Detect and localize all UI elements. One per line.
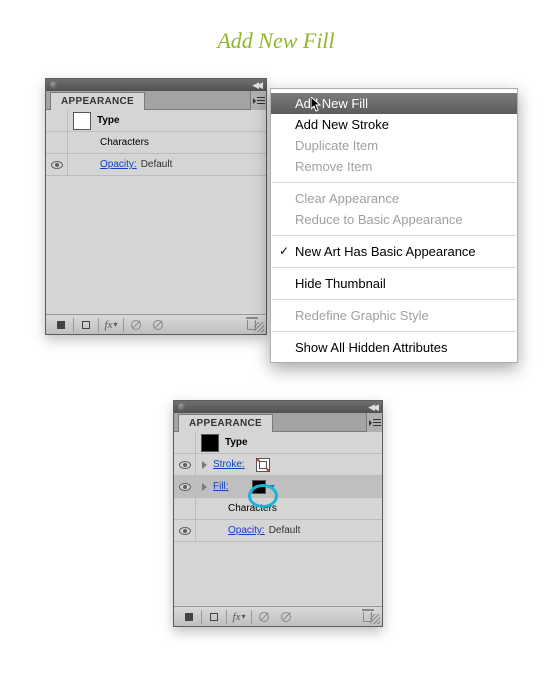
visibility-toggle[interactable] <box>46 154 68 175</box>
disabled-button-1 <box>125 317 147 333</box>
prohibit-icon <box>153 320 163 330</box>
characters-row[interactable]: Characters <box>174 498 382 520</box>
visibility-column <box>174 432 196 453</box>
opacity-row[interactable]: Opacity: Default <box>174 520 382 542</box>
panel-footer: fx▾ <box>46 314 266 334</box>
panel-tabbar: APPEARANCE <box>174 413 382 432</box>
triangle-icon <box>253 98 256 104</box>
eye-icon <box>179 483 191 491</box>
menu-item-show-hidden[interactable]: Show All Hidden Attributes <box>271 337 517 358</box>
menu-item-hide-thumbnail[interactable]: Hide Thumbnail <box>271 273 517 294</box>
panel-body: Type Stroke: Fill: Characters Opacity: <box>174 432 382 606</box>
type-label: Type <box>225 437 248 448</box>
fill-row[interactable]: Fill: <box>174 476 382 498</box>
panel-titlebar[interactable]: ◀◀ <box>174 401 382 413</box>
prohibit-icon <box>131 320 141 330</box>
stroke-label[interactable]: Stroke: <box>213 459 245 470</box>
new-art-button[interactable] <box>50 317 72 333</box>
close-icon[interactable] <box>178 403 186 411</box>
stroke-row[interactable]: Stroke: <box>174 454 382 476</box>
visibility-toggle[interactable] <box>174 476 196 497</box>
menu-item-reduce-basic: Reduce to Basic Appearance <box>271 209 517 230</box>
new-art-button[interactable] <box>178 609 200 625</box>
resize-grip-icon[interactable] <box>254 322 264 332</box>
menu-item-clear-appearance: Clear Appearance <box>271 188 517 209</box>
prohibit-icon <box>259 612 269 622</box>
panel-titlebar[interactable]: ◀◀ <box>46 79 266 91</box>
type-row[interactable]: Type <box>46 110 266 132</box>
square-outline-icon <box>210 613 218 621</box>
type-label: Type <box>97 115 120 126</box>
menu-separator <box>272 235 516 236</box>
visibility-column <box>46 110 68 131</box>
menu-lines-icon <box>257 97 265 104</box>
flyout-menu-button[interactable] <box>250 91 266 110</box>
menu-separator <box>272 182 516 183</box>
menu-separator <box>272 331 516 332</box>
characters-label: Characters <box>228 503 277 514</box>
visibility-column <box>174 498 196 519</box>
visibility-toggle[interactable] <box>174 520 196 541</box>
eye-icon <box>179 461 191 469</box>
opacity-label[interactable]: Opacity: <box>228 525 265 536</box>
dropdown-triangle-icon[interactable] <box>269 485 275 489</box>
square-filled-icon <box>57 321 65 329</box>
tab-appearance[interactable]: APPEARANCE <box>50 92 145 110</box>
add-effect-button[interactable]: fx▾ <box>228 609 250 625</box>
type-thumbnail[interactable] <box>73 112 91 130</box>
disabled-button-2 <box>275 609 297 625</box>
menu-lines-icon <box>373 419 381 426</box>
type-row[interactable]: Type <box>174 432 382 454</box>
fx-icon: fx <box>233 611 241 623</box>
tab-appearance[interactable]: APPEARANCE <box>178 414 273 432</box>
opacity-value: Default <box>141 159 173 170</box>
eye-icon <box>179 527 191 535</box>
add-effect-button[interactable]: fx▾ <box>100 317 122 333</box>
flyout-menu-button[interactable] <box>366 413 382 432</box>
stroke-swatch[interactable] <box>256 458 270 472</box>
opacity-row[interactable]: Opacity: Default <box>46 154 266 176</box>
menu-separator <box>272 267 516 268</box>
fill-label[interactable]: Fill: <box>213 481 229 492</box>
resize-grip-icon[interactable] <box>370 614 380 624</box>
type-thumbnail[interactable] <box>201 434 219 452</box>
panel-body: Type Characters Opacity: Default <box>46 110 266 314</box>
visibility-toggle[interactable] <box>174 454 196 475</box>
menu-item-remove-item: Remove Item <box>271 156 517 177</box>
menu-item-redefine-style: Redefine Graphic Style <box>271 305 517 326</box>
clear-appearance-button[interactable] <box>203 609 225 625</box>
menu-item-new-art-basic[interactable]: New Art Has Basic Appearance <box>271 241 517 262</box>
collapse-chevrons-icon[interactable]: ◀◀ <box>368 402 376 413</box>
menu-item-duplicate-item: Duplicate Item <box>271 135 517 156</box>
appearance-panel-result: ◀◀ APPEARANCE Type Stroke: Fill: <box>173 400 383 627</box>
opacity-value: Default <box>269 525 301 536</box>
disclosure-triangle-icon[interactable] <box>202 461 207 469</box>
menu-separator <box>272 299 516 300</box>
disabled-button-2 <box>147 317 169 333</box>
prohibit-icon <box>281 612 291 622</box>
clear-appearance-button[interactable] <box>75 317 97 333</box>
appearance-panel: ◀◀ APPEARANCE Type Characters Opacity: D… <box>45 78 267 335</box>
visibility-column <box>46 132 68 153</box>
disabled-button-1 <box>253 609 275 625</box>
fx-icon: fx <box>105 319 113 331</box>
characters-row[interactable]: Characters <box>46 132 266 154</box>
characters-label: Characters <box>100 137 149 148</box>
menu-item-add-new-stroke[interactable]: Add New Stroke <box>271 114 517 135</box>
disclosure-triangle-icon[interactable] <box>202 483 207 491</box>
close-icon[interactable] <box>50 81 58 89</box>
panel-tabbar: APPEARANCE <box>46 91 266 110</box>
opacity-label[interactable]: Opacity: <box>100 159 137 170</box>
triangle-icon <box>369 420 372 426</box>
menu-item-add-new-fill[interactable]: Add New Fill <box>271 93 517 114</box>
collapse-chevrons-icon[interactable]: ◀◀ <box>252 80 260 91</box>
square-filled-icon <box>185 613 193 621</box>
square-outline-icon <box>82 321 90 329</box>
panel-footer: fx▾ <box>174 606 382 626</box>
fill-swatch[interactable] <box>252 480 266 494</box>
flyout-menu: Add New Fill Add New Stroke Duplicate It… <box>270 88 518 363</box>
eye-icon <box>51 161 63 169</box>
page-title: Add New Fill <box>0 0 552 66</box>
